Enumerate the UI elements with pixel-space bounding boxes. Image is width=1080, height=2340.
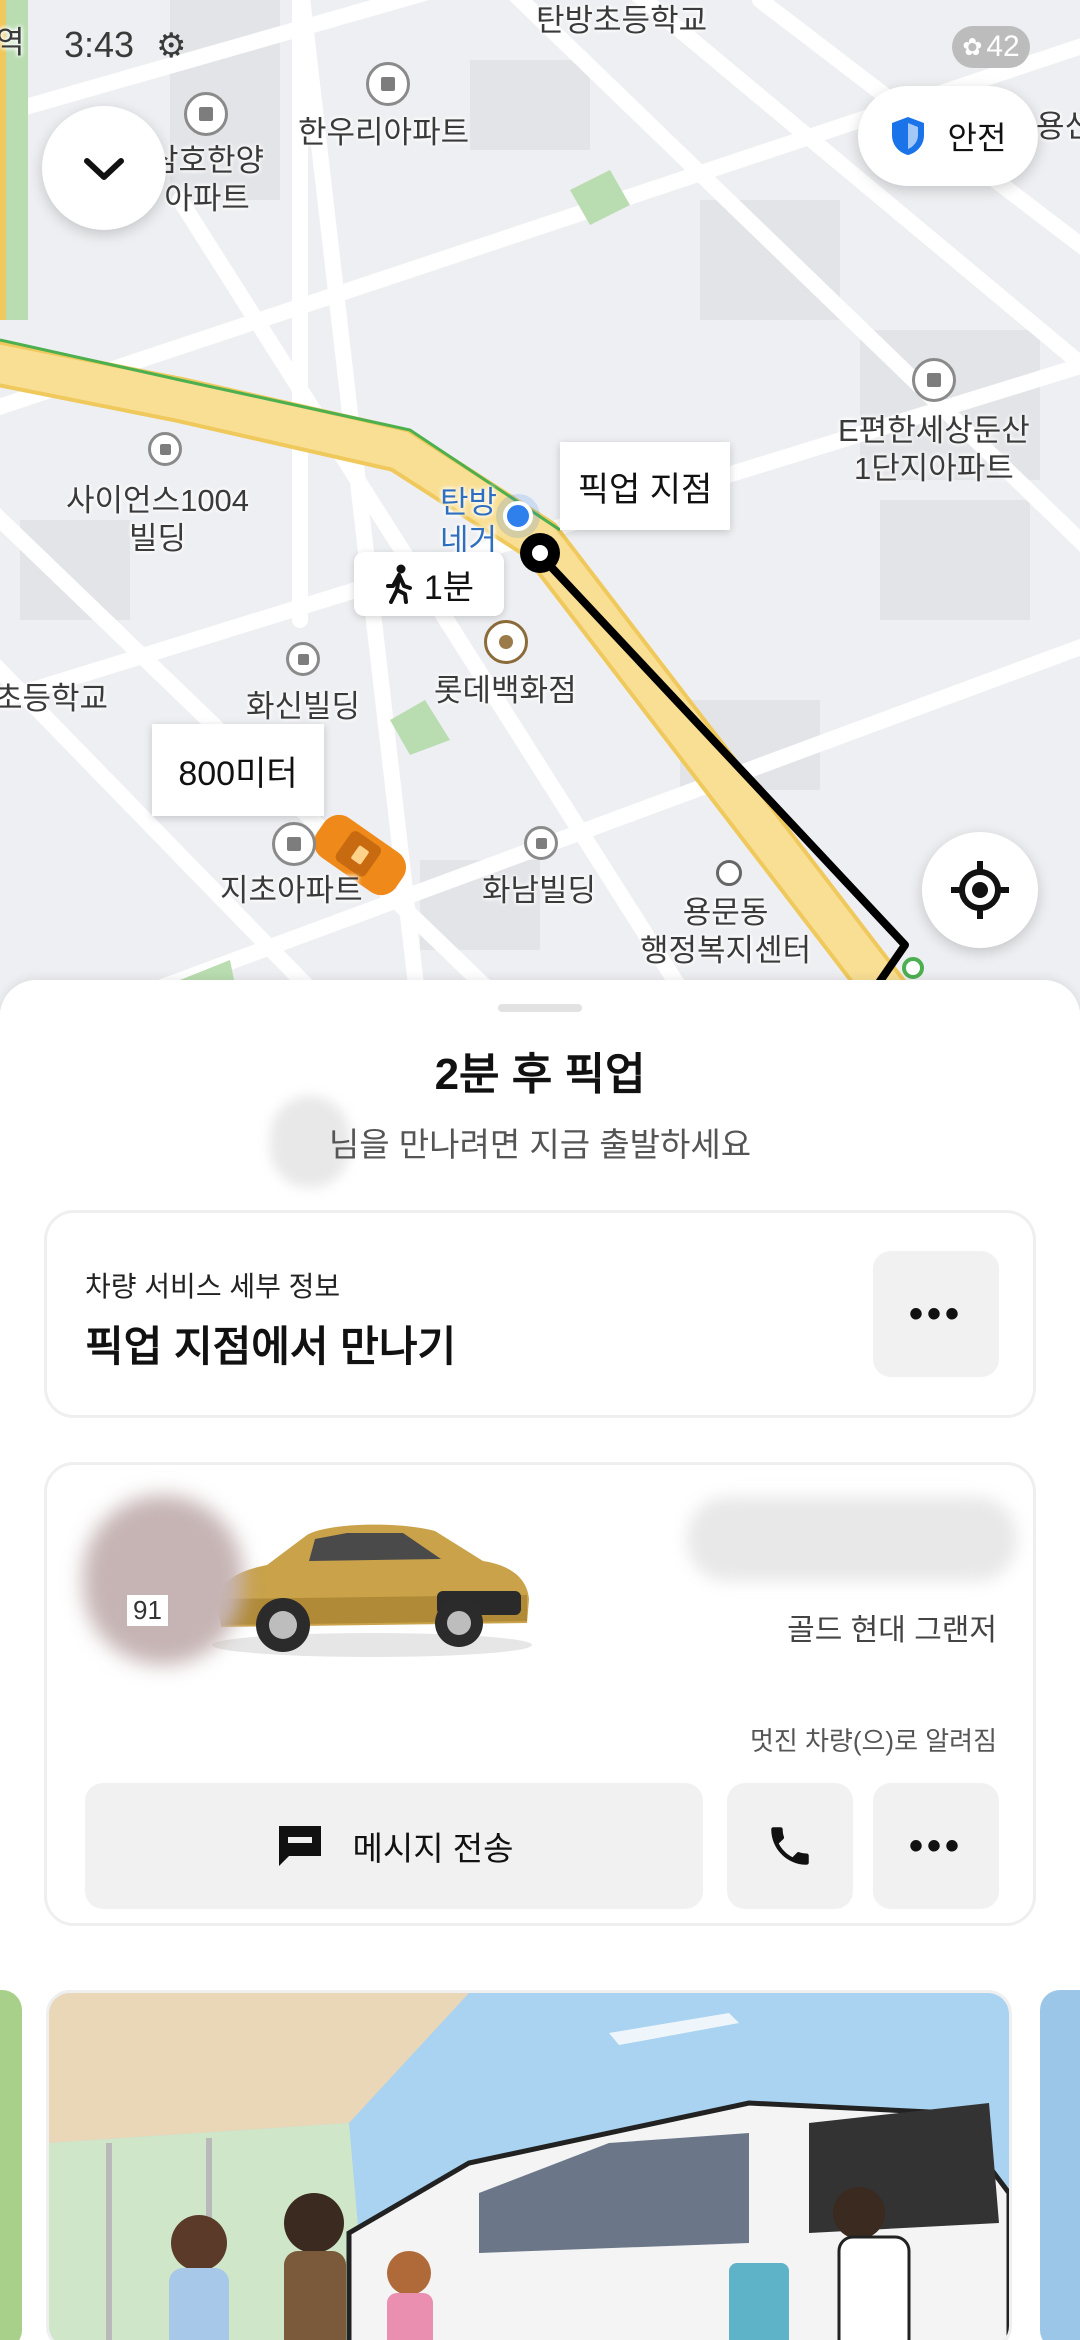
safety-button[interactable]: 안전 bbox=[858, 86, 1038, 186]
map-poi-office bbox=[716, 860, 742, 886]
promo-banner[interactable] bbox=[46, 1990, 1012, 2340]
send-message-button[interactable]: 메시지 전송 bbox=[85, 1783, 703, 1909]
promo-illustration bbox=[49, 1993, 1009, 2340]
map-label-station: 역 bbox=[0, 25, 25, 60]
map-label-tanbang: 탄방 네거 bbox=[440, 485, 498, 558]
more-dots-icon: ••• bbox=[908, 1291, 963, 1336]
map-poi-building bbox=[524, 826, 558, 860]
map-poi-building bbox=[148, 432, 182, 466]
map-label-science-bldg: 사이언스1004 빌딩 bbox=[66, 483, 250, 556]
promo-banner-prev[interactable] bbox=[0, 1990, 22, 2340]
more-dots-icon: ••• bbox=[908, 1823, 963, 1868]
walk-time: 1분 bbox=[423, 568, 475, 607]
service-details-label: 차량 서비스 세부 정보 bbox=[85, 1271, 341, 1302]
service-more-button[interactable]: ••• bbox=[873, 1251, 999, 1377]
map-label-yongmun: 용문동 행정복지센터 bbox=[640, 895, 812, 968]
walking-person-icon bbox=[385, 564, 412, 604]
battery-level: 42 bbox=[986, 30, 1020, 63]
license-plate bbox=[687, 1497, 1017, 1581]
map-label-school: 탄방초등학교 bbox=[536, 3, 708, 38]
battery-indicator: ✿ 42 bbox=[952, 26, 1030, 68]
map-label-school-left: 초등학교 bbox=[0, 681, 109, 716]
map-poi-store bbox=[484, 620, 528, 664]
battery-leaf-icon: ✿ bbox=[962, 33, 983, 61]
map-label-hwanam-bldg: 화남빌딩 bbox=[482, 873, 597, 908]
service-details-card[interactable]: 차량 서비스 세부 정보 픽업 지점에서 만나기 ••• bbox=[44, 1210, 1036, 1418]
crosshair-icon bbox=[951, 861, 1009, 919]
pickup-eta-subtitle: 님을 만나려면 지금 출발하세요 bbox=[328, 1126, 752, 1163]
trip-bottom-sheet[interactable]: 2분 후 픽업 님을 만나려면 지금 출발하세요 차량 서비스 세부 정보 픽업… bbox=[0, 980, 1080, 2340]
notification-icon: ⚙ bbox=[156, 27, 187, 65]
map-label-lotte: 롯데백화점 bbox=[434, 673, 577, 708]
vehicle-model: 골드 현대 그랜저 bbox=[787, 1614, 997, 1647]
map-poi-apartment bbox=[184, 92, 228, 136]
map-label-hwasin-bldg: 화신빌딩 bbox=[246, 689, 361, 724]
map-label-hanwoo-apt: 한우리아파트 bbox=[298, 115, 470, 150]
pickup-point-callout: 픽업 지점 bbox=[560, 442, 730, 530]
map-poi-building bbox=[286, 642, 320, 676]
meet-at-pickup-label: 픽업 지점에서 만나기 bbox=[85, 1323, 457, 1370]
map-view[interactable]: 탄방초등학교 한우리아파트 삼호한양 아파트 E편한세상둔산 1단지아파트 사이… bbox=[0, 0, 1080, 1010]
chevron-down-icon bbox=[84, 158, 124, 180]
vehicle-note: 멋진 차량(으)로 알려짐 bbox=[749, 1726, 997, 1756]
map-poi-apartment bbox=[366, 62, 410, 106]
call-driver-button[interactable] bbox=[727, 1783, 853, 1909]
sheet-drag-handle[interactable] bbox=[498, 1004, 582, 1012]
driver-more-button[interactable]: ••• bbox=[873, 1783, 999, 1909]
map-label-top-right: 용신 bbox=[1036, 109, 1080, 144]
safety-label: 안전 bbox=[947, 120, 1007, 156]
vehicle-info-card: 91 골드 현대 그랜저 멋진 차량(으)로 알려짐 메시지 전송 ••• bbox=[44, 1462, 1036, 1926]
promo-banner-next[interactable] bbox=[1040, 1990, 1080, 2340]
shield-icon bbox=[891, 117, 924, 155]
status-time: 3:43 bbox=[64, 24, 135, 65]
promo-carousel[interactable] bbox=[0, 1990, 1080, 2340]
map-label-samho-apt: 삼호한양 아파트 bbox=[150, 143, 265, 216]
chat-bubble-icon bbox=[278, 1826, 321, 1866]
driver-distance-callout: 800미터 bbox=[152, 724, 324, 816]
driver-rating: 91 bbox=[127, 1595, 168, 1626]
walk-time-callout: 1분 bbox=[354, 552, 504, 616]
collapse-button[interactable] bbox=[42, 106, 166, 230]
my-location-button[interactable] bbox=[922, 832, 1038, 948]
send-message-label: 메시지 전송 bbox=[352, 1830, 514, 1867]
map-label-epyeonhan-apt: E편한세상둔산 1단지아파트 bbox=[838, 413, 1030, 486]
vehicle-image bbox=[212, 1524, 532, 1657]
pickup-eta-title: 2분 후 픽업 bbox=[434, 1050, 646, 1099]
driver-photo bbox=[83, 1495, 243, 1665]
map-label-jicho-apt: 지초아파트 bbox=[220, 873, 363, 908]
map-poi-apartment bbox=[912, 358, 956, 402]
phone-icon bbox=[771, 1827, 809, 1865]
map-poi-apartment bbox=[272, 822, 316, 866]
